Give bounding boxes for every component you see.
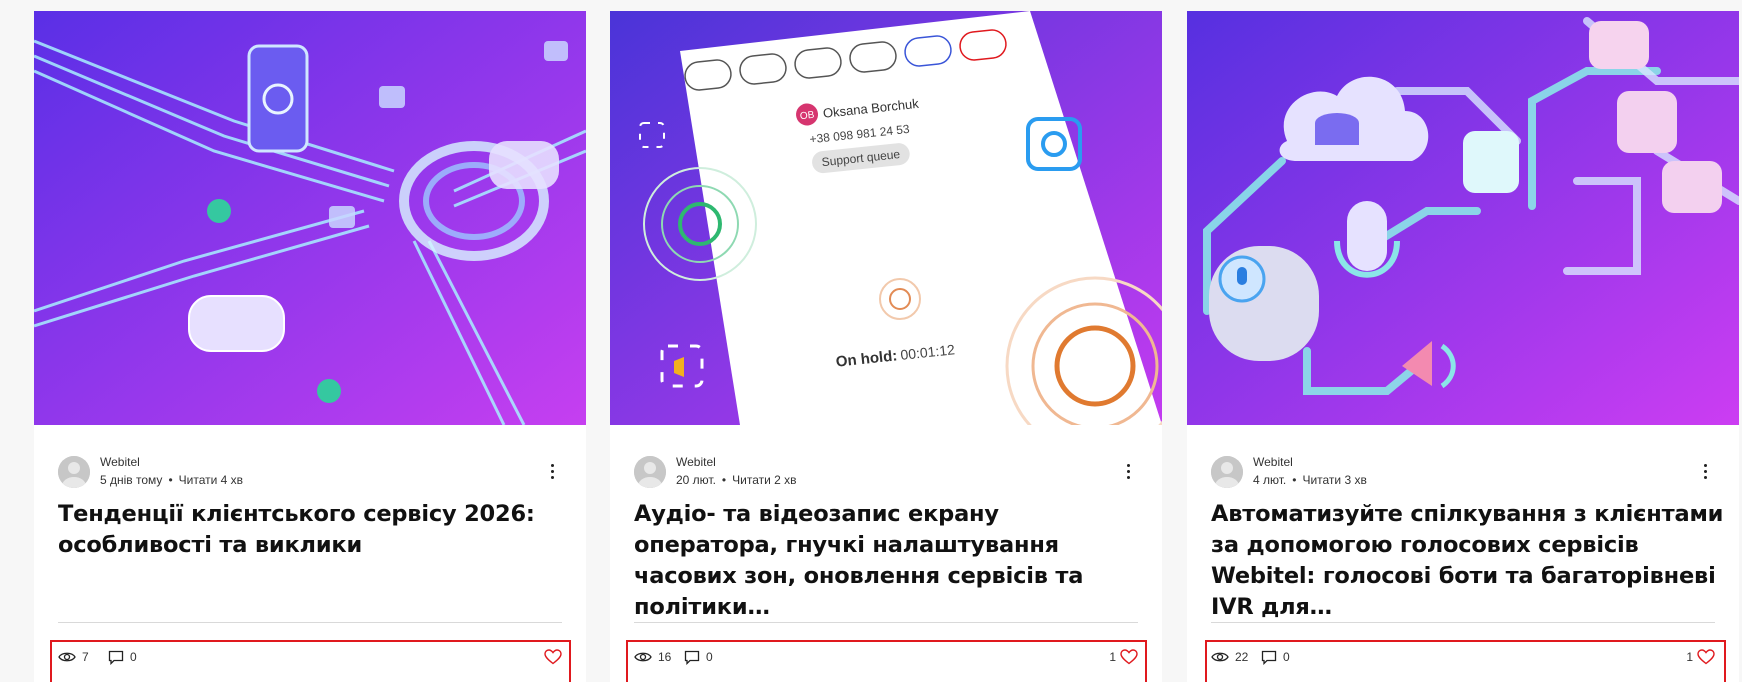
author-name[interactable]: Webitel: [1253, 455, 1293, 469]
post-subline: 5 днів тому • Читати 4 хв: [100, 473, 243, 487]
read-time: Читати 3 хв: [1302, 473, 1367, 487]
post-cover-image[interactable]: OB Oksana Borchuk +38 098 981 24 53 Supp…: [610, 11, 1162, 425]
stats-highlight-box: [1205, 640, 1726, 682]
call-screen-illustration-icon: OB Oksana Borchuk +38 098 981 24 53 Supp…: [610, 11, 1162, 425]
avatar[interactable]: [58, 456, 90, 488]
svg-text:OB: OB: [799, 110, 815, 122]
post-card[interactable]: Webitel 4 лют. • Читати 3 хв Автоматизуйте…: [1187, 11, 1739, 682]
divider: [58, 622, 562, 623]
post-cover-image[interactable]: [1187, 11, 1739, 425]
voice-services-illustration-icon: [1187, 11, 1739, 425]
author-name[interactable]: Webitel: [100, 455, 140, 469]
post-card[interactable]: OB Oksana Borchuk +38 098 981 24 53 Supp…: [610, 11, 1162, 682]
post-subline: 4 лют. • Читати 3 хв: [1253, 473, 1367, 487]
divider: [634, 622, 1138, 623]
separator-dot: •: [721, 473, 727, 487]
post-subline: 20 лют. • Читати 2 хв: [676, 473, 797, 487]
post-card[interactable]: Webitel 5 днів тому • Читати 4 хв Тенденці…: [34, 11, 586, 682]
read-time: Читати 2 хв: [732, 473, 797, 487]
stats-highlight-box: [50, 640, 571, 682]
author-name[interactable]: Webitel: [676, 455, 716, 469]
post-title[interactable]: Автоматизуйте спілкування з клієнтами за…: [1211, 499, 1727, 623]
divider: [1211, 622, 1715, 623]
user-icon: [58, 456, 90, 488]
post-title[interactable]: Аудіо- та відеозапис екрану оператора, г…: [634, 499, 1150, 623]
cyber-security-illustration-icon: [34, 11, 586, 425]
blog-post-grid: Webitel 5 днів тому • Читати 4 хв Тенденці…: [0, 0, 1742, 682]
avatar[interactable]: [1211, 456, 1243, 488]
post-title[interactable]: Тенденції клієнтського сервісу 2026: осо…: [58, 499, 574, 561]
more-actions-button[interactable]: [1118, 461, 1138, 481]
separator-dot: •: [168, 473, 173, 487]
more-actions-button[interactable]: [1695, 461, 1715, 481]
post-meta: Webitel 4 лют. • Читати 3 хв: [1211, 453, 1715, 495]
more-actions-button[interactable]: [542, 461, 562, 481]
separator-dot: •: [1292, 473, 1297, 487]
stats-highlight-box: [626, 640, 1147, 682]
avatar[interactable]: [634, 456, 666, 488]
post-meta: Webitel 5 днів тому • Читати 4 хв: [58, 453, 562, 495]
post-cover-image[interactable]: [34, 11, 586, 425]
post-meta: Webitel 20 лют. • Читати 2 хв: [634, 453, 1138, 495]
user-icon: [1211, 456, 1243, 488]
post-date: 4 лют.: [1253, 473, 1287, 487]
user-icon: [634, 456, 666, 488]
post-date: 20 лют.: [676, 473, 716, 487]
post-date: 5 днів тому: [100, 473, 163, 487]
read-time: Читати 4 хв: [178, 473, 244, 487]
